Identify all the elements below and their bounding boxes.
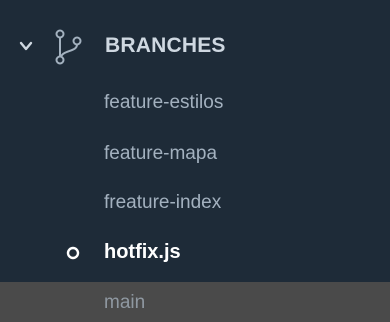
branch-item-current[interactable]: hotfix.js	[0, 233, 390, 273]
branch-label: freature-index	[104, 192, 222, 213]
branch-item[interactable]: freature-index	[0, 184, 390, 224]
branches-panel: BRANCHES feature-estilos feature-mapa fr…	[0, 0, 390, 322]
branch-item[interactable]: feature-estilos	[0, 84, 390, 124]
branch-label: hotfix.js	[104, 241, 181, 263]
section-title: BRANCHES	[105, 34, 226, 57]
branch-item-highlighted[interactable]: main	[0, 282, 390, 322]
git-branch-icon	[55, 29, 82, 65]
current-branch-circle-icon	[66, 246, 80, 260]
branch-item[interactable]: feature-mapa	[0, 135, 390, 175]
branch-label: feature-mapa	[104, 143, 218, 164]
branch-label: feature-estilos	[104, 92, 224, 113]
branches-section-header[interactable]: BRANCHES	[0, 22, 390, 70]
chevron-down-icon[interactable]	[18, 38, 34, 54]
branch-label: main	[104, 292, 146, 313]
